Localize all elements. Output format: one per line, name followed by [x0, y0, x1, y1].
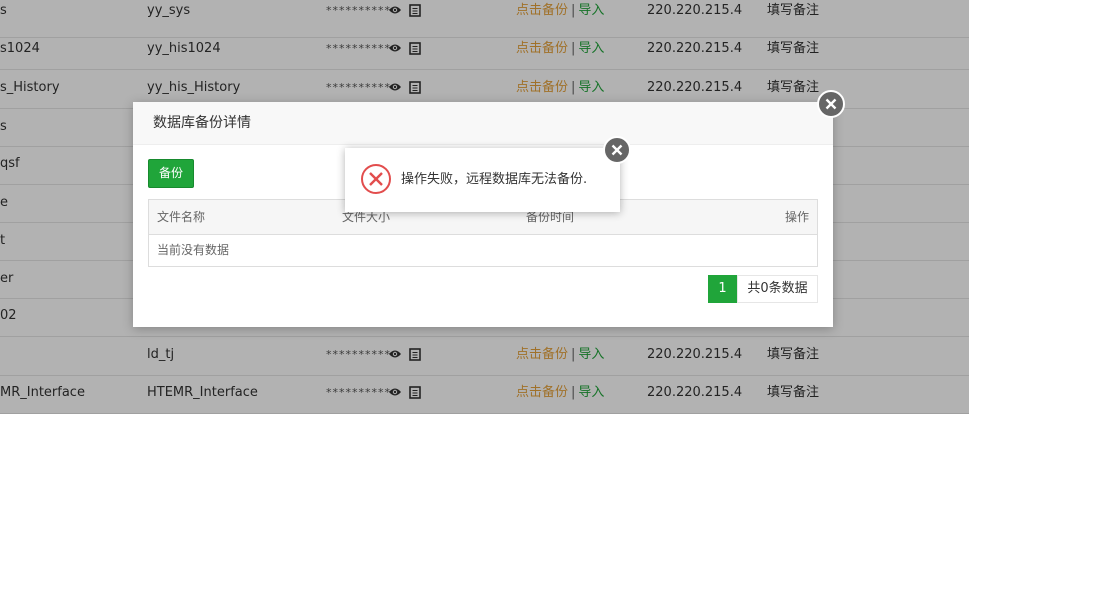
page-number-current[interactable]: 1 [708, 275, 737, 303]
modal-close-button[interactable] [817, 90, 845, 118]
backup-button[interactable]: 备份 [148, 159, 194, 188]
error-icon [360, 163, 392, 199]
toast-close-button[interactable] [603, 136, 631, 164]
error-toast: 操作失败，远程数据库无法备份. [345, 136, 631, 212]
close-icon [825, 98, 837, 110]
toast-message: 操作失败，远程数据库无法备份. [401, 172, 588, 187]
backup-details-modal: 数据库备份详情 备份 文件名称 文件大小 备份时间 操作 当前没有数据 1 共0… [133, 90, 845, 327]
column-header-filename: 文件名称 [157, 210, 206, 224]
close-icon [611, 144, 623, 156]
empty-state-text: 当前没有数据 [157, 243, 230, 257]
column-header-actions: 操作 [785, 210, 810, 224]
modal-title: 数据库备份详情 [133, 102, 833, 145]
pagination-total: 共0条数据 [737, 275, 818, 303]
